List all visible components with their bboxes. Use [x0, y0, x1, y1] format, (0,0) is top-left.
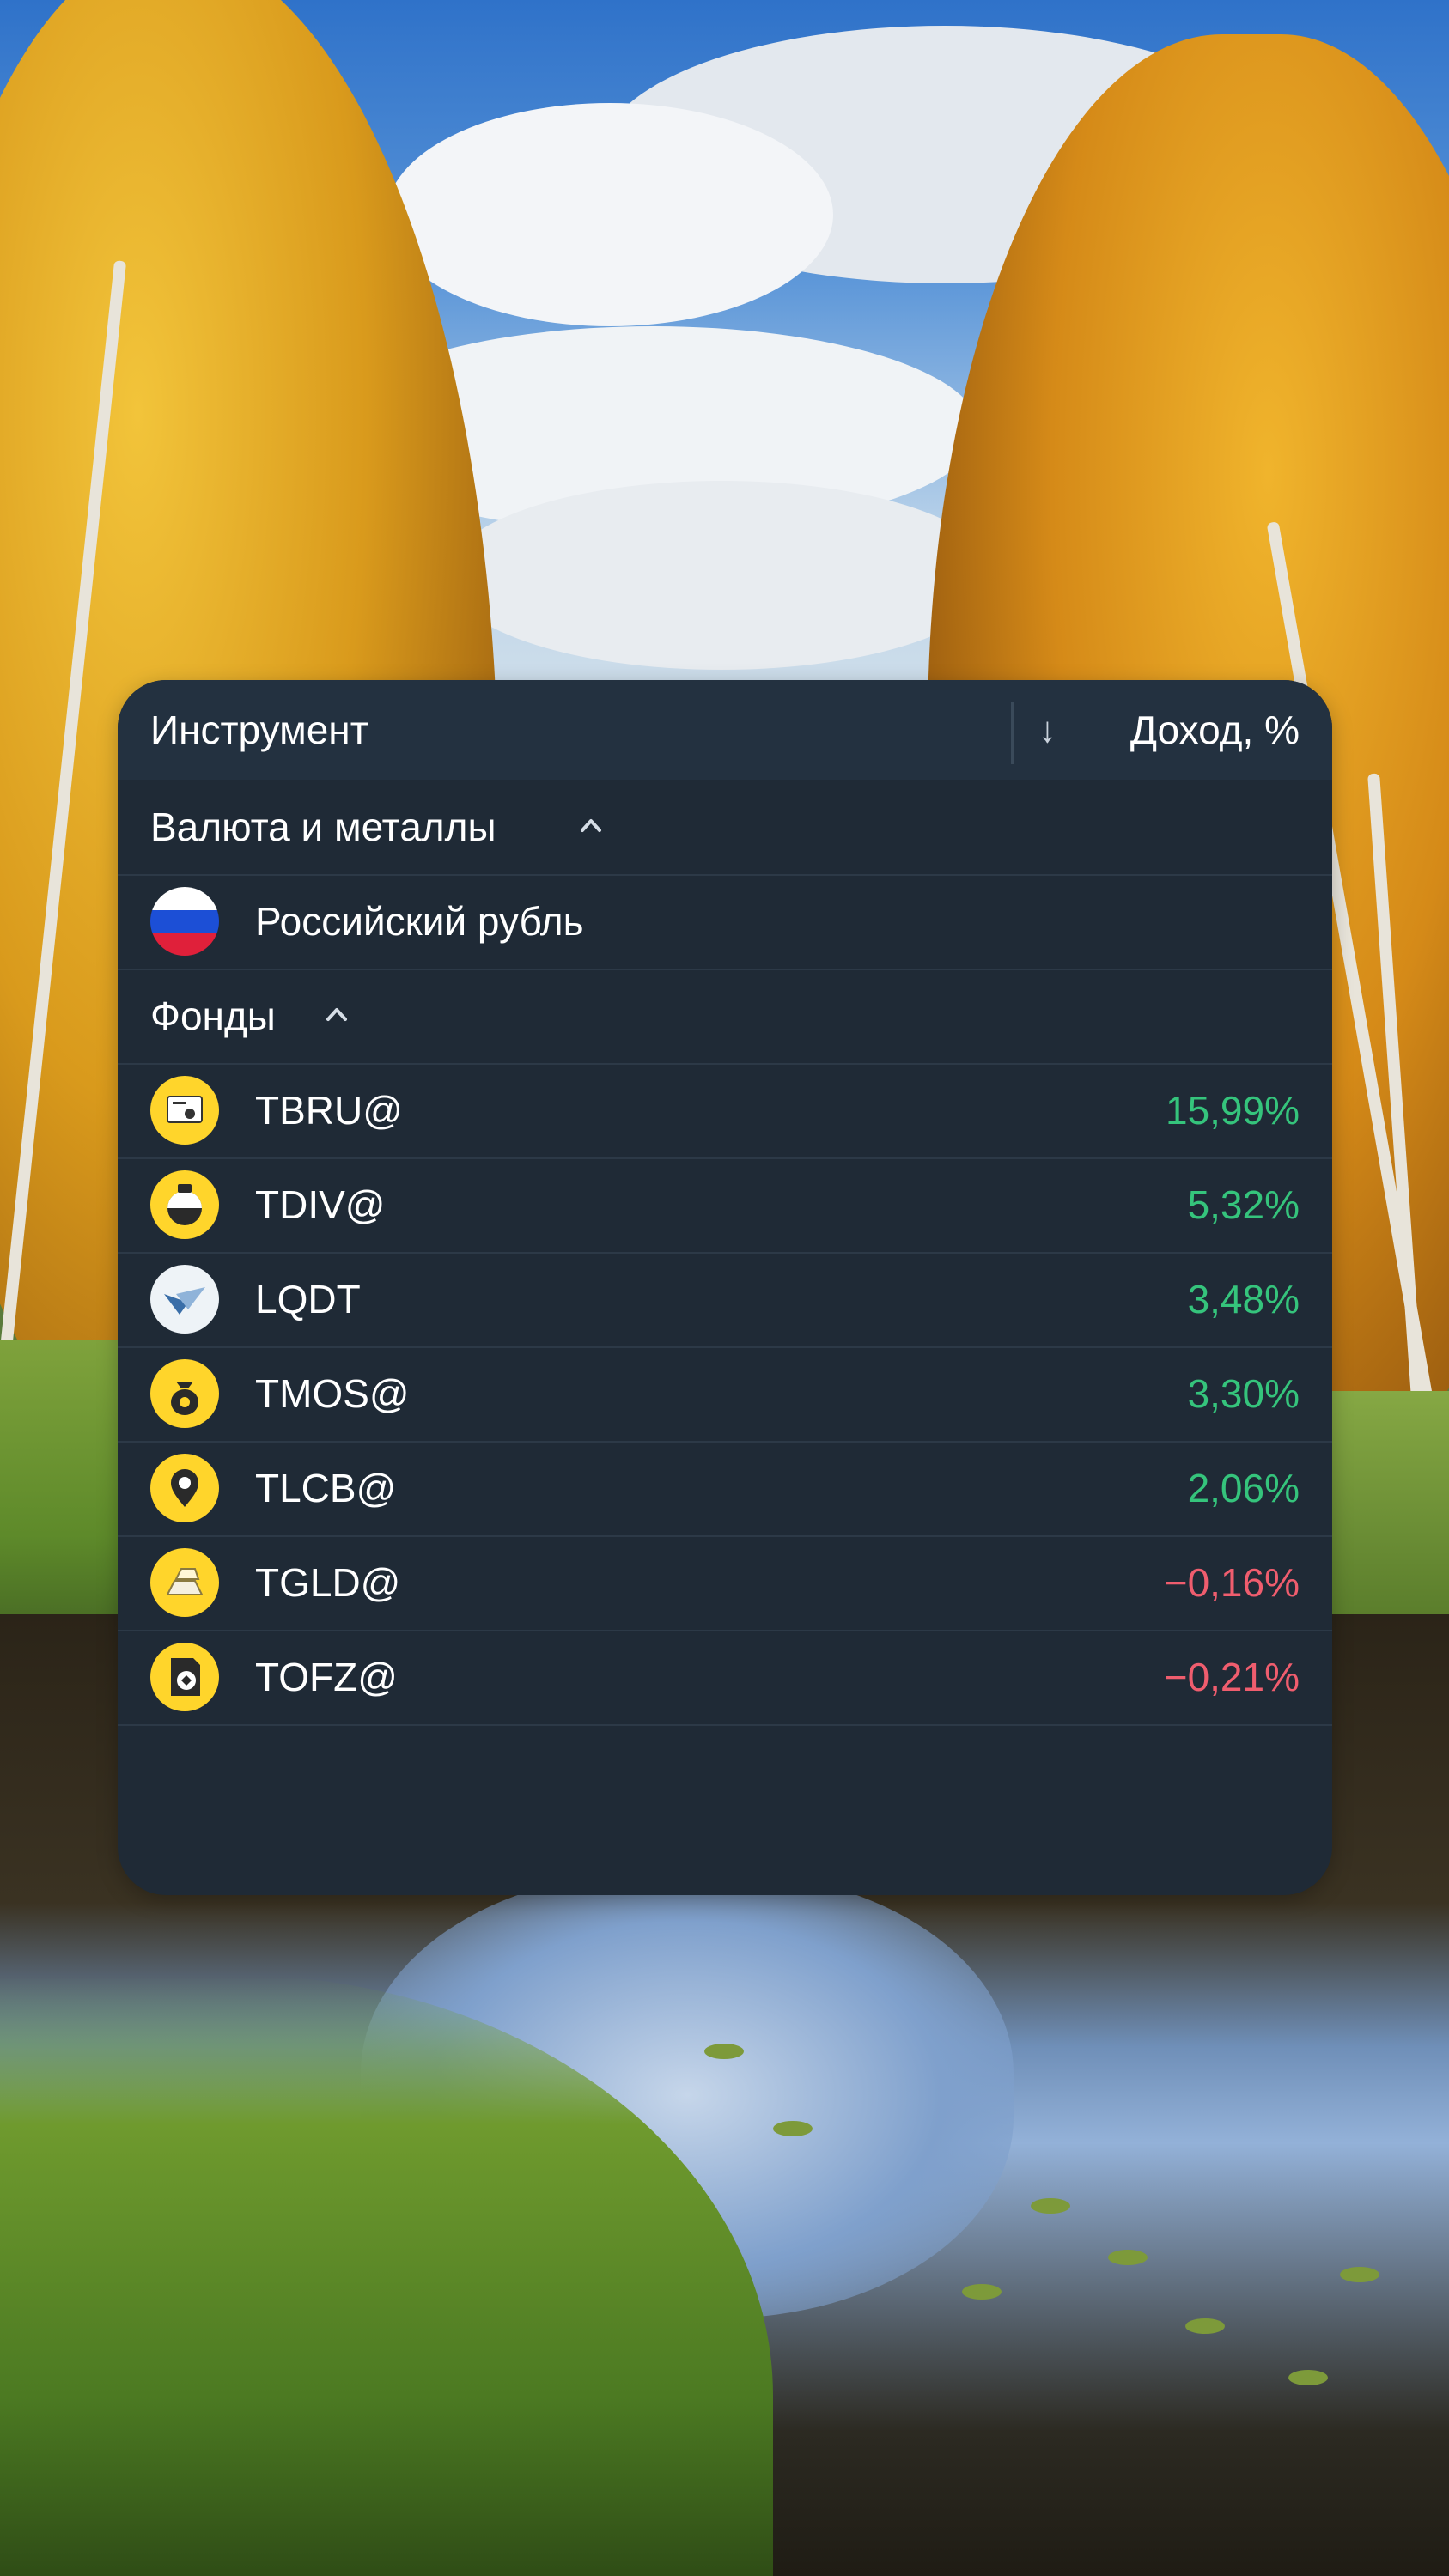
- portfolio-widget[interactable]: Инструмент ↓ Доход, % Валюта и металлы Р…: [118, 680, 1332, 1895]
- instrument-name: TOFZ@: [255, 1655, 398, 1699]
- yield-value: 5,32%: [1187, 1182, 1300, 1227]
- list-item-tdiv[interactable]: TDIV@ 5,32%: [118, 1157, 1332, 1254]
- coin-stack-icon: [150, 1170, 219, 1239]
- location-pin-icon: [150, 1454, 219, 1522]
- cloud: [447, 481, 996, 670]
- list-item-tlcb[interactable]: TLCB@ 2,06%: [118, 1441, 1332, 1537]
- instrument-name: TLCB@: [255, 1466, 397, 1510]
- lily-pad: [704, 2044, 744, 2059]
- instrument-name: TGLD@: [255, 1560, 401, 1605]
- yield-value: 3,48%: [1187, 1277, 1300, 1321]
- chevron-up-icon[interactable]: [580, 814, 602, 836]
- russia-flag-icon: [150, 887, 219, 956]
- group-header-funds[interactable]: Фонды: [118, 969, 1332, 1065]
- cloud: [387, 103, 833, 326]
- instrument-name: TDIV@: [255, 1182, 386, 1227]
- list-item-rub[interactable]: Российский рубль: [118, 874, 1332, 970]
- yield-column-header[interactable]: Доход, %: [1130, 680, 1300, 780]
- list-item-tmos[interactable]: TMOS@ 3,30%: [118, 1346, 1332, 1443]
- instrument-column-header[interactable]: Инструмент: [150, 680, 368, 780]
- money-bag-icon: [150, 1359, 219, 1428]
- gold-bar-icon: [150, 1548, 219, 1617]
- group-header-currency-metals[interactable]: Валюта и металлы: [118, 780, 1332, 876]
- list-item-tgld[interactable]: TGLD@ −0,16%: [118, 1535, 1332, 1631]
- list-item-lqdt[interactable]: LQDT 3,48%: [118, 1252, 1332, 1348]
- lily-pad: [1031, 2198, 1070, 2214]
- chevron-up-icon[interactable]: [326, 1003, 348, 1025]
- lily-pad: [1288, 2370, 1328, 2385]
- list-item-tbru[interactable]: TBRU@ 15,99%: [118, 1063, 1332, 1159]
- yield-value: −0,16%: [1164, 1560, 1300, 1605]
- yield-value: 3,30%: [1187, 1371, 1300, 1416]
- column-divider: [1011, 702, 1014, 764]
- list-item-tofz[interactable]: TOFZ@ −0,21%: [118, 1630, 1332, 1726]
- certificate-icon: [150, 1076, 219, 1145]
- lily-pad: [1185, 2318, 1225, 2334]
- lily-pad: [962, 2284, 1002, 2300]
- lily-pad: [1340, 2267, 1379, 2282]
- group-label: Фонды: [150, 993, 276, 1038]
- table-header: Инструмент ↓ Доход, %: [118, 680, 1332, 780]
- lily-pad: [1108, 2250, 1148, 2265]
- state-bond-icon: [150, 1643, 219, 1711]
- instrument-name: TMOS@: [255, 1371, 410, 1416]
- sort-descending-icon[interactable]: ↓: [1038, 680, 1056, 780]
- lily-pad: [773, 2121, 813, 2136]
- liquidity-fund-logo-icon: [150, 1265, 219, 1334]
- instrument-name: Российский рубль: [255, 899, 584, 944]
- yield-value: 15,99%: [1165, 1088, 1300, 1133]
- instrument-name: TBRU@: [255, 1088, 403, 1133]
- instrument-name: LQDT: [255, 1277, 361, 1321]
- group-label: Валюта и металлы: [150, 805, 496, 849]
- yield-value: 2,06%: [1187, 1466, 1300, 1510]
- yield-value: −0,21%: [1164, 1655, 1300, 1699]
